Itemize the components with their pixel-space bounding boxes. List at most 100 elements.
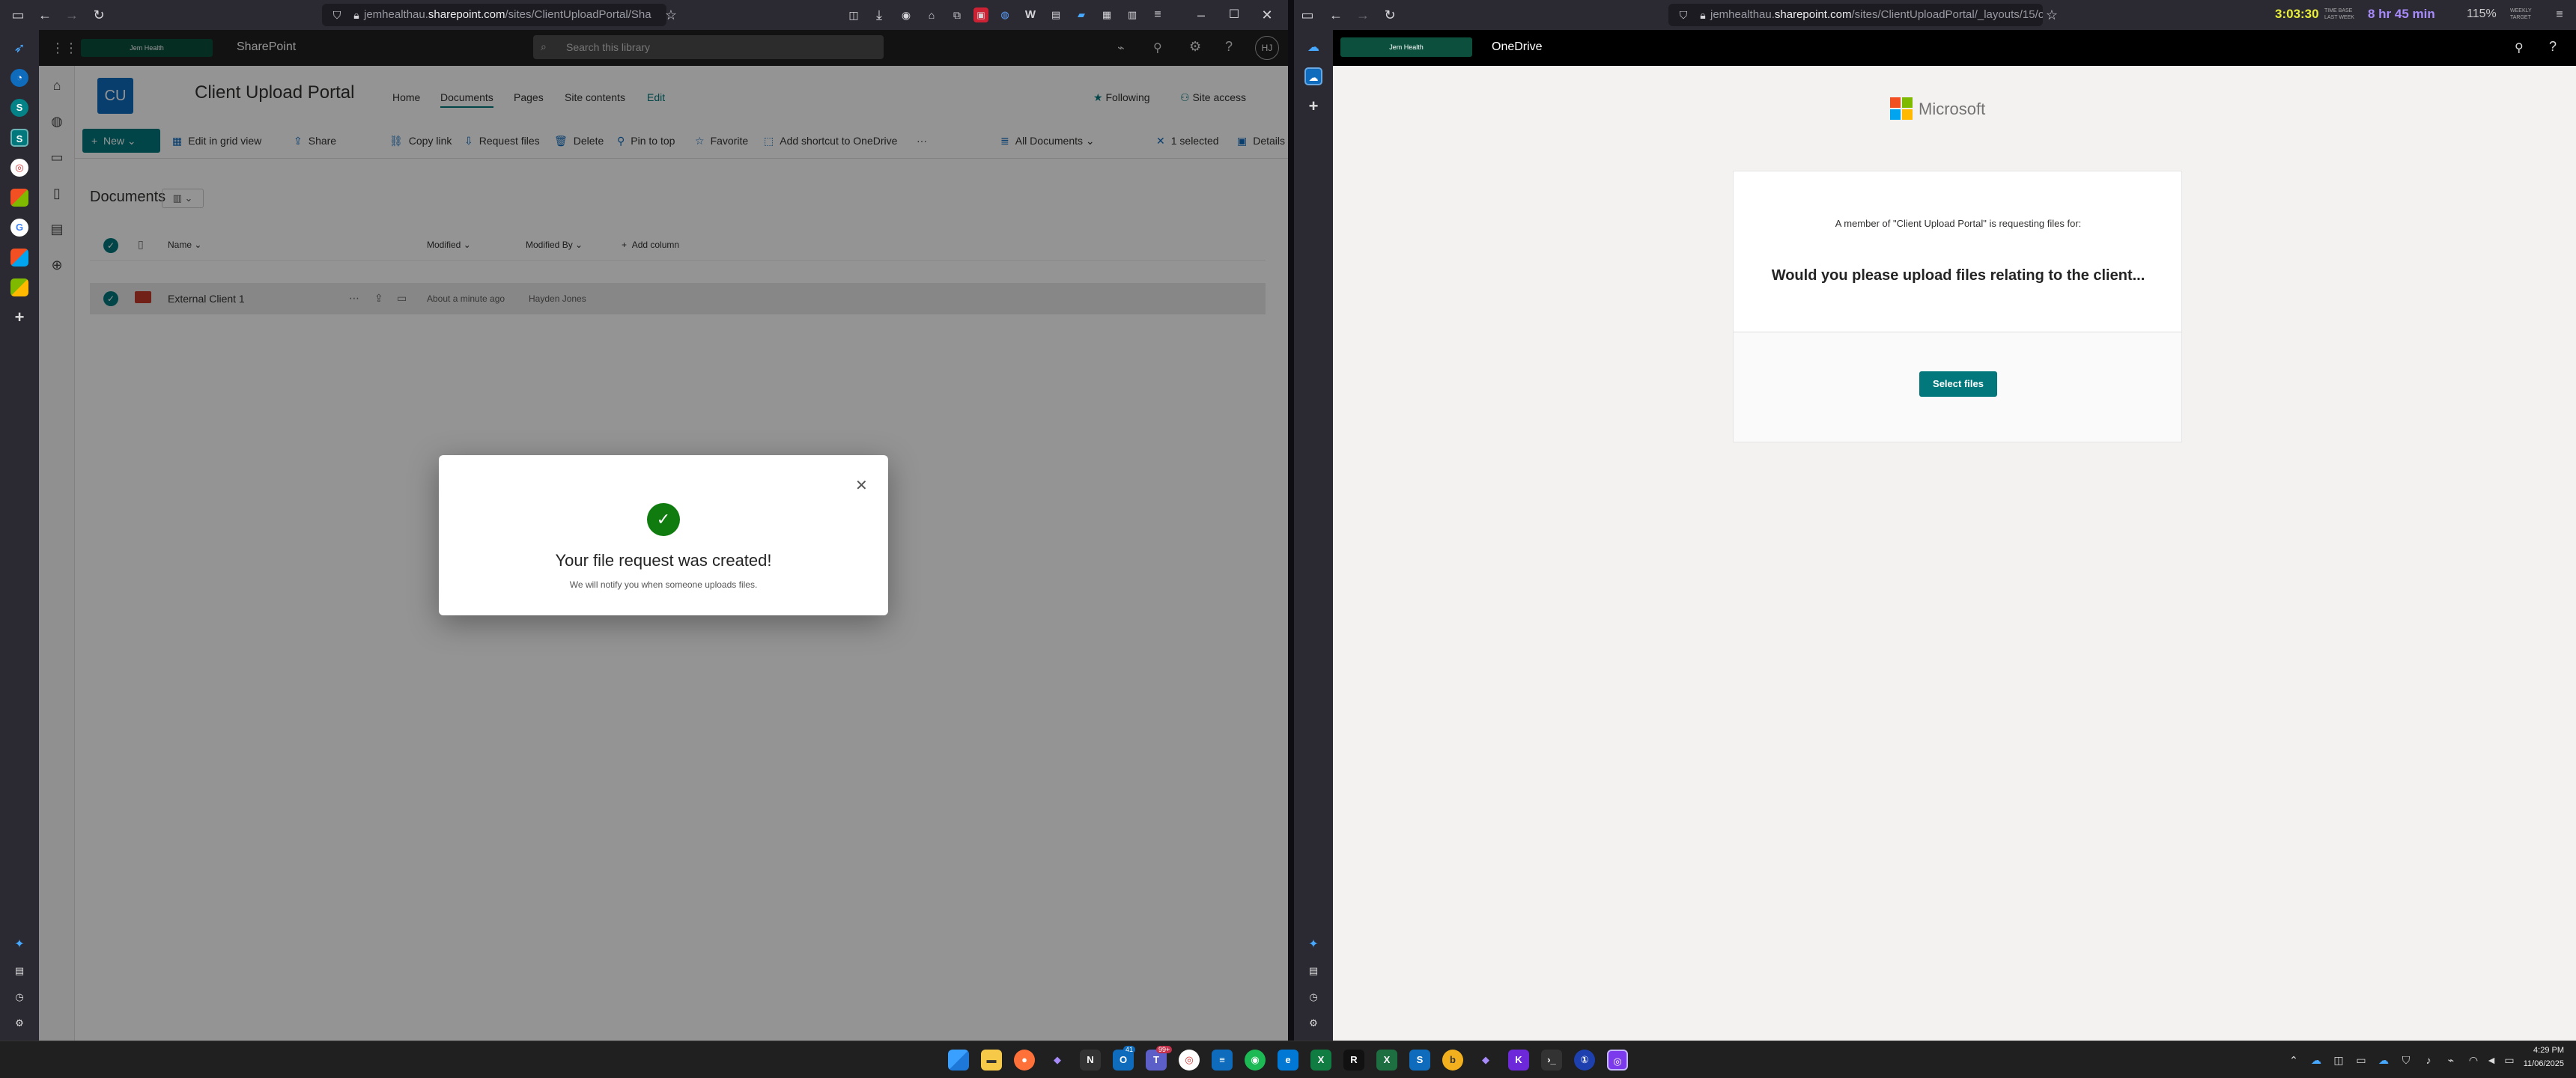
back-icon[interactable]: ← <box>36 6 54 24</box>
browser-toolbar: ▭ ← → ↻ jemhealthau.sharepoint.com/sites… <box>0 0 1288 30</box>
lock-icon[interactable]: 🔒︎ <box>1694 6 1712 24</box>
extension-grid-icon[interactable]: ▥ <box>1123 6 1141 24</box>
sharepoint-taskbar-icon[interactable]: S <box>1409 1050 1430 1071</box>
select-files-button[interactable]: Select files <box>1919 371 1997 397</box>
tray-mic-icon[interactable]: ♪ <box>2422 1053 2435 1067</box>
share-network-icon[interactable]: ⚲ <box>2515 40 2524 55</box>
tab-icon-onedrive[interactable]: ◔ <box>10 69 28 87</box>
terminal-icon[interactable]: ›_ <box>1541 1050 1562 1071</box>
extension-puzzle-icon[interactable]: ⧉ <box>948 6 966 24</box>
downloads-icon[interactable]: ⤓ <box>870 6 888 24</box>
teams-badge: 99+ <box>1156 1046 1173 1053</box>
notion-icon[interactable]: N <box>1080 1050 1101 1071</box>
menu-icon[interactable]: ≡ <box>1149 6 1167 24</box>
maximize-icon[interactable]: ☐ <box>1225 6 1243 24</box>
k-app-icon[interactable]: K <box>1508 1050 1529 1071</box>
minimize-icon[interactable]: – <box>1192 6 1210 24</box>
add-tab-icon[interactable]: + <box>10 308 28 326</box>
address-bar[interactable]: jemhealthau.sharepoint.com/sites/ClientU… <box>322 4 666 26</box>
tab-icon-office[interactable] <box>10 278 28 296</box>
sidebar-toggle-icon[interactable]: ▭ <box>9 6 27 24</box>
app-name[interactable]: OneDrive <box>1492 40 1543 54</box>
history-icon[interactable]: ◷ <box>10 988 28 1006</box>
tab-icon-onedrive-active[interactable]: ☁ <box>1304 67 1322 85</box>
dialog-close-icon[interactable]: ✕ <box>855 476 868 495</box>
tray-shield-icon[interactable]: ⛉ <box>2399 1053 2413 1067</box>
forward-icon[interactable]: → <box>1354 6 1372 24</box>
active-app-icon[interactable]: ◎ <box>1607 1050 1628 1071</box>
menu-icon[interactable]: ≡ <box>2551 6 2569 24</box>
obsidian-alt-icon[interactable]: ◆ <box>1475 1050 1496 1071</box>
shield-icon[interactable]: ⛉ <box>328 6 346 24</box>
tab-icon-m365[interactable] <box>10 249 28 267</box>
tab-icon-s[interactable]: S <box>10 99 28 117</box>
extension-home-icon[interactable]: ⌂ <box>923 6 941 24</box>
r-app-icon[interactable]: R <box>1343 1050 1364 1071</box>
tab-icon-microsoft[interactable] <box>10 189 28 207</box>
add-tab-icon[interactable]: + <box>1304 97 1322 115</box>
bookmark-star-icon[interactable]: ☆ <box>662 6 680 24</box>
pocket-icon[interactable]: ◫ <box>845 6 863 24</box>
extension-p-icon[interactable]: ▰ <box>1072 6 1090 24</box>
password-manager-icon[interactable]: ① <box>1574 1050 1595 1071</box>
forward-icon[interactable]: → <box>63 6 81 24</box>
firefox-icon[interactable]: ● <box>1014 1050 1035 1071</box>
address-bar[interactable]: jemhealthau.sharepoint.com/sites/ClientU… <box>1668 4 2043 26</box>
sidebar-toggle-icon[interactable]: ▭ <box>1298 6 1316 24</box>
url-prefix: jemhealthau. <box>1710 8 1775 21</box>
extension-w-icon[interactable]: W <box>1021 6 1039 24</box>
extension-icon[interactable]: ◉ <box>897 6 915 24</box>
tray-app-icon[interactable]: ◫ <box>2332 1053 2345 1067</box>
excel-icon[interactable]: X <box>1310 1050 1331 1071</box>
extension-bag-icon[interactable]: ▦ <box>1098 6 1116 24</box>
org-logo[interactable]: Jem Health <box>1340 37 1472 57</box>
settings-icon[interactable]: ⚙ <box>1304 1014 1322 1032</box>
clock-time[interactable]: 4:29 PM <box>2519 1046 2564 1055</box>
tray-onedrive-icon[interactable]: ☁ <box>2309 1053 2323 1067</box>
browser-toolbar: ▭ ← → ↻ jemhealthau.sharepoint.com/sites… <box>1294 0 2576 30</box>
file-explorer-icon[interactable]: ▬ <box>981 1050 1002 1071</box>
history-icon[interactable]: ◷ <box>1304 988 1322 1006</box>
extension-box-icon[interactable]: ▤ <box>1047 6 1065 24</box>
spotify-icon[interactable]: ◉ <box>1245 1050 1266 1071</box>
tab-icon-google[interactable]: G <box>10 219 28 237</box>
bookmark-star-icon[interactable]: ☆ <box>2043 6 2061 24</box>
chrome-icon[interactable]: ◎ <box>1179 1050 1200 1071</box>
reading-list-icon[interactable]: ▤ <box>1304 962 1322 980</box>
reading-list-icon[interactable]: ▤ <box>10 962 28 980</box>
time-tracker-time[interactable]: 3:03:30 <box>2275 7 2319 22</box>
start-button-windows-icon[interactable] <box>948 1050 969 1071</box>
tab-icon-chrome[interactable]: ◎ <box>10 159 28 177</box>
back-icon[interactable]: ← <box>1327 6 1345 24</box>
zoom-readout[interactable]: 115% <box>2467 7 2497 21</box>
duration-readout[interactable]: 8 hr 45 min <box>2368 7 2435 22</box>
ms-logo-yellow <box>1902 109 1913 120</box>
tray-usb-icon[interactable]: ⌁ <box>2444 1053 2458 1067</box>
tray-chat-icon[interactable]: ▭ <box>2354 1053 2368 1067</box>
volume-icon[interactable]: ◄ <box>2485 1053 2498 1067</box>
notepad-icon[interactable]: ≡ <box>1212 1050 1233 1071</box>
tab-icon-onedrive-cloud[interactable]: ☁ <box>1304 39 1322 57</box>
lock-icon[interactable]: 🔒︎ <box>347 6 365 24</box>
settings-icon[interactable]: ⚙ <box>10 1014 28 1032</box>
help-icon[interactable]: ? <box>2549 39 2557 55</box>
ai-sparkle-icon[interactable]: ✦ <box>10 936 28 954</box>
tab-icon-edge[interactable]: ➶ <box>10 39 28 57</box>
clock-date[interactable]: 11/06/2025 <box>2513 1059 2564 1068</box>
tray-chevron-up-icon[interactable]: ⌃ <box>2287 1053 2300 1067</box>
obsidian-icon[interactable]: ◆ <box>1047 1050 1068 1071</box>
shield-icon[interactable]: ⛉ <box>1674 6 1692 24</box>
extension-blue-icon[interactable]: ◍ <box>996 6 1014 24</box>
ai-sparkle-icon[interactable]: ✦ <box>1304 936 1322 954</box>
b-app-icon[interactable]: b <box>1442 1050 1463 1071</box>
extension-red-icon[interactable]: ▣ <box>973 7 988 22</box>
excel-alt-icon[interactable]: X <box>1376 1050 1397 1071</box>
reload-icon[interactable]: ↻ <box>1381 6 1399 24</box>
wifi-icon[interactable]: ◠ <box>2467 1053 2480 1067</box>
edge-icon[interactable]: e <box>1278 1050 1298 1071</box>
reload-icon[interactable]: ↻ <box>90 6 108 24</box>
time-tracker-caption: TIME BASE LAST WEEK <box>2324 8 2354 20</box>
close-window-icon[interactable]: ✕ <box>1258 6 1276 24</box>
tab-icon-sharepoint-active[interactable]: S <box>10 129 28 147</box>
tray-cloud-icon[interactable]: ☁ <box>2377 1053 2390 1067</box>
